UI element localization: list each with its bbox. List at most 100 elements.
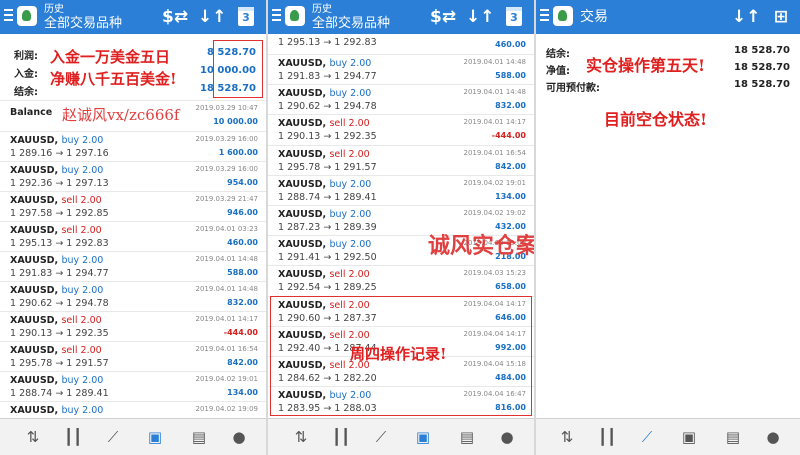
trade-row[interactable]: XAUUSD, sell 2.00 1 292.54 → 1 289.25 2019… xyxy=(268,265,534,295)
trade-panel-right: 交易 ↓↑ ⊞ 结余: 净值: 可用预付款: 18 528.70 18 528.… xyxy=(536,0,800,455)
trade-row[interactable]: XAUUSD, buy 2.00 1 290.62 → 1 294.78 2019.… xyxy=(0,281,266,311)
trade-prices: 1 288.74 → 1 289.41 xyxy=(10,388,109,399)
trade-date: 2019.04.01 14:48 xyxy=(463,58,526,66)
watermark-case: 诚风实仓案例! xyxy=(428,233,534,259)
trade-row[interactable]: XAUUSD, buy 2.00 1 291.83 → 1 294.77 2019.… xyxy=(268,54,534,84)
calendar-icon[interactable]: 3 xyxy=(238,7,254,26)
sort-icon[interactable]: ↓↑ xyxy=(732,7,761,29)
trade-prices: 1 297.58 → 1 292.85 xyxy=(10,208,109,219)
app-header: 交易 ↓↑ ⊞ xyxy=(536,0,800,34)
trade-date: 2019.04.01 14:17 xyxy=(463,118,526,127)
history-tab-icon[interactable]: ▣ xyxy=(410,424,436,450)
history-tab-icon[interactable]: ▣ xyxy=(676,424,702,450)
balance-label: 结余: xyxy=(14,87,38,98)
trade-date: 2019.04.02 19:01 xyxy=(195,375,258,383)
trade-prices: 1 288.74 → 1 289.41 xyxy=(278,191,377,203)
new-order-icon[interactable]: ⊞ xyxy=(770,7,792,29)
chart-tab-icon[interactable]: ┃┃ xyxy=(60,424,86,450)
trade-profit: 842.00 xyxy=(495,161,526,171)
trade-side: buy 2.00 xyxy=(61,405,104,416)
trade-row[interactable]: XAUUSD, buy 2.00 1 290.62 → 1 294.78 2019.… xyxy=(268,84,534,114)
trade-symbol: XAUUSD, sell 2.00 xyxy=(10,315,102,326)
trade-row[interactable]: XAUUSD, buy 2.00 1 289.16 → 1 297.16 2019.… xyxy=(0,131,266,161)
header-subtitle[interactable]: 全部交易品种 xyxy=(44,16,122,32)
trade-date: 2019.04.02 19:01 xyxy=(463,178,526,187)
balance-row[interactable]: Balance 2019.03.29 10:47 10 000.00 xyxy=(0,100,266,130)
messages-tab-icon[interactable]: ● xyxy=(494,424,520,450)
trade-tab-icon[interactable]: ⟋ xyxy=(100,424,126,450)
quotes-tab-icon[interactable]: ⇅ xyxy=(288,424,314,450)
trade-side: buy 2.00 xyxy=(329,88,372,100)
quotes-tab-icon[interactable]: ⇅ xyxy=(554,424,580,450)
trade-symbol: XAUUSD, buy 2.00 xyxy=(278,209,371,220)
trade-side: buy 2.00 xyxy=(61,165,104,176)
trade-symbol: XAUUSD, sell 2.00 xyxy=(10,195,102,206)
trade-prices: 1 295.13 → 1 292.83 xyxy=(278,37,377,48)
trade-symbol: XAUUSD, buy 2.00 xyxy=(10,405,103,416)
trade-row[interactable]: XAUUSD, sell 2.00 1 295.78 → 1 291.57 2019… xyxy=(0,341,266,371)
equity-label: 净值: xyxy=(546,66,570,77)
menu-icon[interactable] xyxy=(4,9,13,23)
trade-side: sell 2.00 xyxy=(329,148,370,160)
trade-side: buy 2.00 xyxy=(329,209,372,220)
trade-symbol-name: XAUUSD, xyxy=(10,285,59,296)
app-logo-icon xyxy=(553,6,573,26)
calendar-icon[interactable]: 3 xyxy=(506,7,522,26)
trade-date: 2019.04.02 19:09 xyxy=(195,405,258,413)
trade-symbol: XAUUSD, buy 2.00 xyxy=(10,135,103,146)
trade-tab-icon[interactable]: ⟋ xyxy=(368,424,394,450)
trade-profit: 954.00 xyxy=(227,178,258,187)
trade-side: buy 2.00 xyxy=(329,178,372,190)
trade-profit: 588.00 xyxy=(495,71,526,80)
trade-profit: 134.00 xyxy=(227,388,258,397)
trade-row[interactable]: XAUUSD, buy 2.00 1 292.36 → 1 297.13 2019.… xyxy=(0,161,266,191)
header-subtitle[interactable]: 全部交易品种 xyxy=(312,16,390,32)
trade-tab-icon[interactable]: ⟋ xyxy=(634,424,660,450)
history-tab-icon[interactable]: ▣ xyxy=(142,424,168,450)
trade-row[interactable]: XAUUSD, sell 2.00 1 290.13 → 1 292.35 2019… xyxy=(0,311,266,341)
news-tab-icon[interactable]: ▤ xyxy=(454,424,480,450)
trade-side: buy 2.00 xyxy=(329,239,372,251)
app-logo-icon xyxy=(17,6,37,26)
trade-row[interactable]: XAUUSD, buy 2.00 1 288.74 → 1 289.41 2019.… xyxy=(0,371,266,401)
trade-row[interactable]: XAUUSD, sell 2.00 1 297.58 → 1 292.85 2019… xyxy=(0,191,266,221)
news-tab-icon[interactable]: ▤ xyxy=(186,424,212,450)
trade-symbol: XAUUSD, sell 2.00 xyxy=(278,149,370,160)
menu-icon[interactable] xyxy=(540,9,549,23)
trade-prices: 1 287.23 → 1 289.39 xyxy=(278,222,377,233)
trade-side: sell 2.00 xyxy=(329,118,370,130)
trade-side: sell 2.00 xyxy=(61,225,102,236)
trade-date: 2019.03.29 16:00 xyxy=(195,165,258,173)
trade-row[interactable]: XAUUSD, sell 2.00 1 290.13 → 1 292.35 2019… xyxy=(268,114,534,144)
balance-row-value: 10 000.00 xyxy=(213,117,258,126)
trade-symbol: XAUUSD, buy 2.00 xyxy=(10,255,103,266)
sort-icon[interactable]: ↓↑ xyxy=(466,7,495,29)
sort-icon[interactable]: ↓↑ xyxy=(198,7,227,29)
deposit-label: 入金: xyxy=(14,69,38,80)
messages-tab-icon[interactable]: ● xyxy=(760,424,786,450)
news-tab-icon[interactable]: ▤ xyxy=(720,424,746,450)
quotes-tab-icon[interactable]: ⇅ xyxy=(20,424,46,450)
trade-row[interactable]: XAUUSD, buy 2.00 1 288.74 → 1 289.41 2019.… xyxy=(268,174,534,205)
chart-tab-icon[interactable]: ┃┃ xyxy=(594,424,620,450)
free-margin-label: 可用预付款: xyxy=(546,83,600,94)
currency-exchange-icon[interactable]: $⇄ xyxy=(162,7,188,29)
trade-row[interactable]: XAUUSD, sell 2.00 1 295.13 → 1 292.83 2019… xyxy=(0,221,266,251)
trade-prices: 1 291.83 → 1 294.77 xyxy=(10,268,109,279)
chart-tab-icon[interactable]: ┃┃ xyxy=(328,424,354,450)
balance-row-label: Balance xyxy=(10,107,53,118)
currency-exchange-icon[interactable]: $⇄ xyxy=(430,7,456,29)
trade-symbol-name: XAUUSD, xyxy=(278,239,327,251)
trade-symbol-name: XAUUSD, xyxy=(278,88,327,100)
menu-icon[interactable] xyxy=(272,9,281,23)
trade-row[interactable]: XAUUSD, buy 2.00 1 291.83 → 1 294.77 2019.… xyxy=(0,251,266,281)
trade-profit: 832.00 xyxy=(227,298,258,307)
annotation-deposit: 入金一万美金五日 xyxy=(50,48,171,66)
annotation-thursday: 周四操作记录! xyxy=(350,345,447,363)
trade-symbol-name: XAUUSD, xyxy=(278,58,327,69)
messages-tab-icon[interactable]: ● xyxy=(226,424,252,450)
trade-prices: 1 291.83 → 1 294.77 xyxy=(278,71,377,82)
partial-trade-row[interactable]: 1 295.13 → 1 292.83 460.00 xyxy=(268,34,534,54)
trade-row[interactable]: XAUUSD, sell 2.00 1 295.78 → 1 291.57 2019… xyxy=(268,144,534,175)
trade-prices: 1 290.62 → 1 294.78 xyxy=(278,101,377,113)
